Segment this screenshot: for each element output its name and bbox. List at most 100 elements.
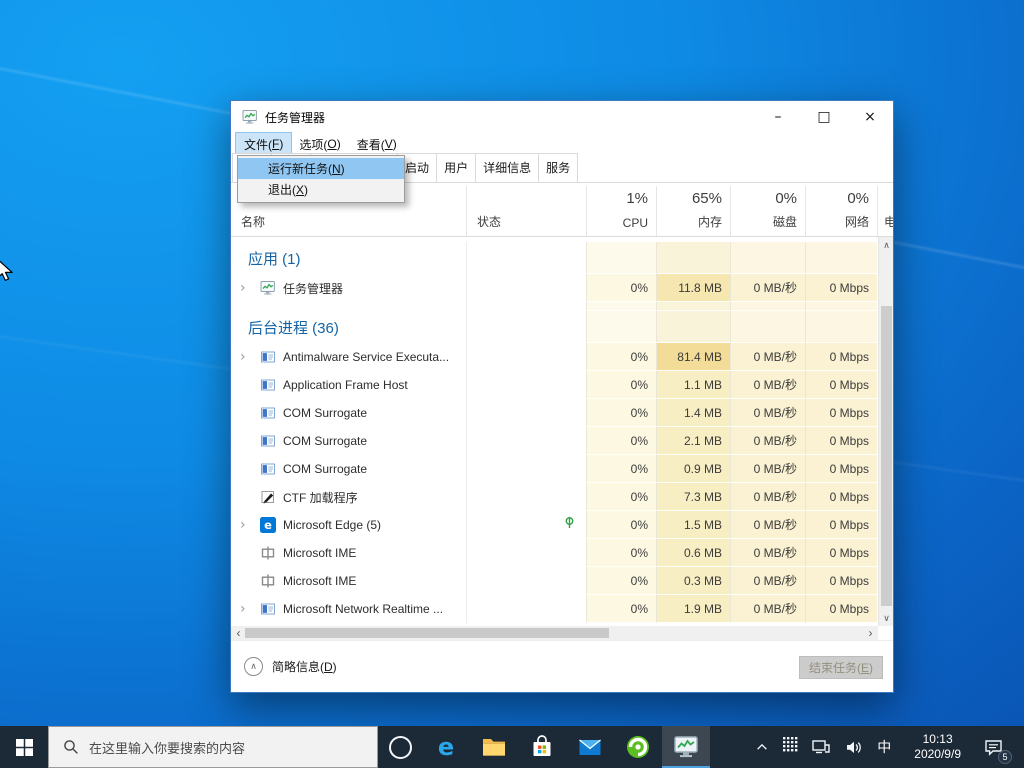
fewer-details-toggle[interactable]: ∧ 简略信息(D) <box>244 657 337 676</box>
column-header-disk[interactable]: 0% 磁盘 <box>730 186 805 236</box>
process-row[interactable]: CTF 加载程序0%7.3 MB0 MB/秒0 Mbps <box>231 483 878 511</box>
scroll-up-arrow-icon[interactable]: ∧ <box>879 237 894 253</box>
scroll-left-arrow-icon[interactable]: ‹ <box>231 626 246 640</box>
process-row[interactable]: Application Frame Host0%1.1 MB0 MB/秒0 Mb… <box>231 371 878 399</box>
tray-overflow-chevron[interactable] <box>748 726 776 768</box>
vertical-scroll-thumb[interactable] <box>881 306 892 606</box>
menu-options[interactable]: 选项(O) <box>291 133 348 155</box>
process-row[interactable]: ›Antimalware Service Executa...0%81.4 MB… <box>231 343 878 371</box>
column-header-status[interactable]: 状态 <box>466 186 586 236</box>
process-row[interactable]: Microsoft IME0%0.6 MB0 MB/秒0 Mbps <box>231 539 878 567</box>
network-icon <box>812 739 831 755</box>
menu-item-exit[interactable]: 退出(X) <box>238 179 404 200</box>
taskbar-app-file-explorer[interactable] <box>470 726 518 768</box>
process-name-cell: CTF 加载程序 <box>231 483 466 511</box>
menu-file[interactable]: 文件(F) <box>236 133 291 155</box>
action-center-button[interactable]: 5 <box>977 726 1010 768</box>
title-bar[interactable]: 任务管理器 – □ × <box>231 101 893 133</box>
memory-cell <box>656 311 730 343</box>
task-manager-icon <box>242 109 258 125</box>
cortana-button[interactable] <box>378 726 422 768</box>
group-header-row[interactable]: 应用 (1) <box>231 242 878 274</box>
network-cell: 0 Mbps <box>805 455 877 483</box>
column-header-cpu[interactable]: 1% CPU <box>586 186 656 236</box>
cpu-cell <box>586 311 656 343</box>
column-header-power-clipped[interactable]: 电 <box>877 186 893 236</box>
column-header-network[interactable]: 0% 网络 <box>805 186 877 236</box>
memory-cell: 1.4 MB <box>656 399 730 427</box>
tray-touch-keyboard[interactable] <box>776 726 805 768</box>
taskbar-app-edge[interactable]: e <box>422 726 470 768</box>
process-name: COM Surrogate <box>283 462 367 476</box>
maximize-button[interactable]: □ <box>801 101 847 133</box>
scroll-right-arrow-icon[interactable]: › <box>863 626 878 640</box>
process-name: Microsoft IME <box>283 574 356 588</box>
memory-cell: 81.4 MB <box>656 343 730 371</box>
scroll-down-arrow-icon[interactable]: ∨ <box>879 610 894 626</box>
expand-chevron-icon[interactable]: › <box>240 281 260 295</box>
menu-item-run-new-task[interactable]: 运行新任务(N) <box>238 158 404 179</box>
task-manager-window: 任务管理器 – □ × 文件(F) 选项(O) 查看(V) 进程性能应用历史记录… <box>230 100 894 693</box>
grid-icon <box>783 737 798 757</box>
chevron-up-icon <box>755 740 769 754</box>
tab-6[interactable]: 详细信息 <box>475 153 539 182</box>
window-title: 任务管理器 <box>265 109 325 126</box>
process-row[interactable]: COM Surrogate0%2.1 MB0 MB/秒0 Mbps <box>231 427 878 455</box>
tab-5[interactable]: 用户 <box>436 153 476 182</box>
group-header-row[interactable]: 后台进程 (36) <box>231 311 878 343</box>
taskbar: 在这里输入你要搜索的内容 e <box>0 726 1024 768</box>
network-cell: 0 Mbps <box>805 595 877 623</box>
memory-cell: 1.1 MB <box>656 371 730 399</box>
memory-cell: 1.9 MB <box>656 595 730 623</box>
expand-chevron-icon[interactable]: › <box>240 602 260 616</box>
status-cell <box>466 311 586 343</box>
process-row[interactable]: ›eMicrosoft Edge (5)0%1.5 MB0 MB/秒0 Mbps <box>231 511 878 539</box>
disk-cell <box>730 302 805 311</box>
expand-chevron-icon[interactable]: › <box>240 350 260 364</box>
minimize-button[interactable]: – <box>755 101 801 133</box>
start-button[interactable] <box>0 726 48 768</box>
column-header-memory[interactable]: 65% 内存 <box>656 186 730 236</box>
process-name-cell: Microsoft IME <box>231 567 466 595</box>
process-name-cell: ›任务管理器 <box>231 274 466 302</box>
tray-volume[interactable] <box>838 726 870 768</box>
status-cell <box>466 242 586 274</box>
disk-cell: 0 MB/秒 <box>730 455 805 483</box>
taskbar-app-store[interactable] <box>518 726 566 768</box>
tray-ime-indicator[interactable]: 中 <box>870 726 898 768</box>
close-button[interactable]: × <box>847 101 893 133</box>
vertical-scrollbar[interactable]: ∧ ∨ <box>878 237 893 626</box>
store-icon <box>529 734 555 760</box>
disk-cell <box>730 242 805 274</box>
status-cell <box>466 567 586 595</box>
group-label-cell: 后台进程 (36) <box>231 311 466 343</box>
tray-clock[interactable]: 10:13 2020/9/9 <box>898 726 977 768</box>
process-name-cell: COM Surrogate <box>231 427 466 455</box>
status-cell <box>466 483 586 511</box>
menu-view[interactable]: 查看(V) <box>349 133 405 155</box>
process-row[interactable]: ›Microsoft Network Realtime ...0%1.9 MB0… <box>231 595 878 623</box>
process-row[interactable]: ›任务管理器0%11.8 MB0 MB/秒0 Mbps <box>231 274 878 302</box>
search-placeholder: 在这里输入你要搜索的内容 <box>89 738 245 757</box>
cpu-cell <box>586 242 656 274</box>
horizontal-scroll-thumb[interactable] <box>245 628 609 638</box>
taskbar-app-task-manager[interactable] <box>662 726 710 768</box>
taskbar-app-mail[interactable] <box>566 726 614 768</box>
status-cell <box>466 511 586 539</box>
taskbar-app-360-browser[interactable] <box>614 726 662 768</box>
search-input[interactable]: 在这里输入你要搜索的内容 <box>48 726 378 768</box>
process-row[interactable]: Microsoft IME0%0.3 MB0 MB/秒0 Mbps <box>231 567 878 595</box>
svg-text:e: e <box>264 518 272 532</box>
edge-icon: e <box>433 734 459 760</box>
process-row[interactable]: COM Surrogate0%0.9 MB0 MB/秒0 Mbps <box>231 455 878 483</box>
network-cell: 0 Mbps <box>805 371 877 399</box>
tab-7[interactable]: 服务 <box>538 153 578 182</box>
status-cell <box>466 302 586 311</box>
group-label: 后台进程 (36) <box>240 317 339 338</box>
process-name: Microsoft IME <box>283 546 356 560</box>
tray-network[interactable] <box>805 726 838 768</box>
expand-chevron-icon[interactable]: › <box>240 518 260 532</box>
process-row[interactable]: COM Surrogate0%1.4 MB0 MB/秒0 Mbps <box>231 399 878 427</box>
end-task-button[interactable]: 结束任务(E) <box>799 656 883 679</box>
horizontal-scrollbar[interactable]: ‹ › <box>231 626 878 640</box>
